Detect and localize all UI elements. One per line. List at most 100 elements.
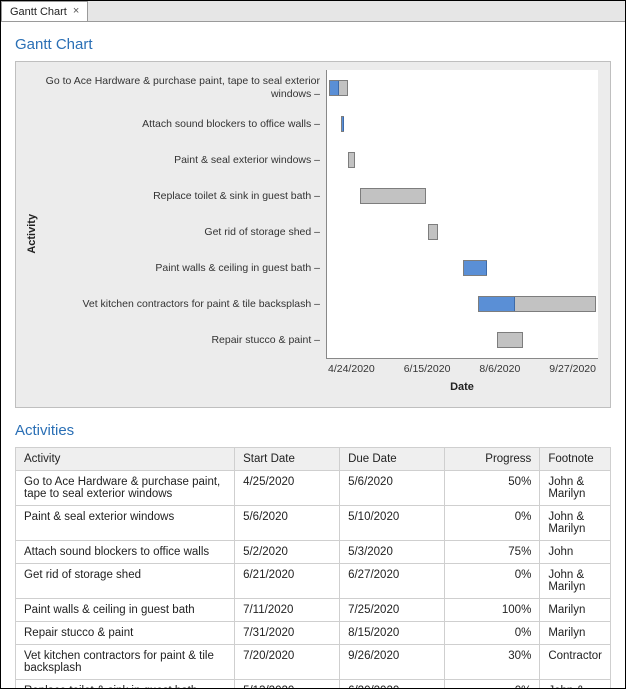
cell-start: 7/31/2020 — [235, 622, 340, 645]
gantt-track — [327, 106, 598, 142]
gantt-bar[interactable] — [329, 80, 348, 96]
cell-activity: Repair stucco & paint — [16, 622, 235, 645]
col-due[interactable]: Due Date — [340, 448, 445, 471]
cell-due: 7/25/2020 — [340, 599, 445, 622]
activities-section-title: Activities — [15, 422, 611, 439]
col-start[interactable]: Start Date — [235, 448, 340, 471]
gantt-task-label: Repair stucco & paint – — [26, 322, 326, 358]
table-row[interactable]: Attach sound blockers to office walls5/2… — [16, 541, 611, 564]
cell-activity: Attach sound blockers to office walls — [16, 541, 235, 564]
cell-due: 6/20/2020 — [340, 680, 445, 689]
table-row[interactable]: Replace toilet & sink in guest bath5/13/… — [16, 680, 611, 689]
table-row[interactable]: Go to Ace Hardware & purchase paint, tap… — [16, 471, 611, 506]
cell-start: 5/6/2020 — [235, 506, 340, 541]
table-row[interactable]: Repair stucco & paint7/31/20208/15/20200… — [16, 622, 611, 645]
cell-due: 5/3/2020 — [340, 541, 445, 564]
cell-start: 5/13/2020 — [235, 680, 340, 689]
gantt-bar[interactable] — [478, 296, 596, 312]
cell-progress: 0% — [445, 680, 540, 689]
gantt-bar-progress — [330, 81, 340, 95]
gantt-plot-area — [326, 70, 598, 359]
cell-due: 5/6/2020 — [340, 471, 445, 506]
table-row[interactable]: Get rid of storage shed6/21/20206/27/202… — [16, 564, 611, 599]
gantt-bar[interactable] — [348, 152, 355, 168]
x-tick: 9/27/2020 — [549, 363, 596, 375]
cell-footnote: John & Marilyn — [540, 680, 611, 689]
x-tick: 4/24/2020 — [328, 363, 375, 375]
cell-progress: 75% — [445, 541, 540, 564]
tab-bar: Gantt Chart × — [1, 1, 625, 22]
cell-due: 6/27/2020 — [340, 564, 445, 599]
col-progress[interactable]: Progress — [445, 448, 540, 471]
cell-progress: 0% — [445, 564, 540, 599]
cell-activity: Replace toilet & sink in guest bath — [16, 680, 235, 689]
x-tick: 6/15/2020 — [404, 363, 451, 375]
x-axis-label: Date — [326, 381, 598, 393]
cell-activity: Vet kitchen contractors for paint & tile… — [16, 645, 235, 680]
gantt-y-labels: Go to Ace Hardware & purchase paint, tap… — [26, 70, 326, 359]
gantt-bar-progress — [464, 261, 487, 275]
y-axis-label: Activity — [26, 213, 38, 253]
gantt-task-label: Go to Ace Hardware & purchase paint, tap… — [26, 70, 326, 106]
table-row[interactable]: Paint & seal exterior windows5/6/20205/1… — [16, 506, 611, 541]
cell-progress: 0% — [445, 506, 540, 541]
gantt-track — [327, 70, 598, 106]
table-row[interactable]: Paint walls & ceiling in guest bath7/11/… — [16, 599, 611, 622]
table-row[interactable]: Vet kitchen contractors for paint & tile… — [16, 645, 611, 680]
gantt-bar-progress — [342, 117, 344, 131]
col-activity[interactable]: Activity — [16, 448, 235, 471]
cell-start: 5/2/2020 — [235, 541, 340, 564]
gantt-track — [327, 214, 598, 250]
gantt-chart: Activity Go to Ace Hardware & purchase p… — [15, 61, 611, 408]
col-footnote[interactable]: Footnote — [540, 448, 611, 471]
tab-gantt-chart[interactable]: Gantt Chart × — [1, 1, 88, 21]
gantt-task-label: Attach sound blockers to office walls – — [26, 106, 326, 142]
gantt-track — [327, 286, 598, 322]
cell-progress: 50% — [445, 471, 540, 506]
gantt-bar[interactable] — [341, 116, 344, 132]
gantt-bar[interactable] — [428, 224, 438, 240]
cell-due: 8/15/2020 — [340, 622, 445, 645]
table-header-row: Activity Start Date Due Date Progress Fo… — [16, 448, 611, 471]
close-icon[interactable]: × — [73, 6, 79, 17]
cell-footnote: John & Marilyn — [540, 506, 611, 541]
gantt-bar[interactable] — [497, 332, 523, 348]
cell-activity: Get rid of storage shed — [16, 564, 235, 599]
gantt-task-label: Paint & seal exterior windows – — [26, 142, 326, 178]
gantt-track — [327, 322, 598, 358]
gantt-task-label: Replace toilet & sink in guest bath – — [26, 178, 326, 214]
cell-activity: Paint walls & ceiling in guest bath — [16, 599, 235, 622]
x-tick: 8/6/2020 — [479, 363, 520, 375]
gantt-bar[interactable] — [360, 188, 426, 204]
gantt-section-title: Gantt Chart — [15, 36, 611, 53]
cell-footnote: Marilyn — [540, 599, 611, 622]
cell-progress: 100% — [445, 599, 540, 622]
gantt-bar-progress — [479, 297, 515, 311]
gantt-task-label: Paint walls & ceiling in guest bath – — [26, 250, 326, 286]
gantt-task-label: Vet kitchen contractors for paint & tile… — [26, 286, 326, 322]
gantt-bar[interactable] — [463, 260, 487, 276]
gantt-track — [327, 178, 598, 214]
gantt-task-label: Get rid of storage shed – — [26, 214, 326, 250]
gantt-x-ticks: 4/24/2020 6/15/2020 8/6/2020 9/27/2020 — [326, 363, 598, 375]
cell-progress: 0% — [445, 622, 540, 645]
content-area: Gantt Chart Activity Go to Ace Hardware … — [1, 22, 625, 688]
cell-start: 7/20/2020 — [235, 645, 340, 680]
cell-start: 7/11/2020 — [235, 599, 340, 622]
cell-footnote: Marilyn — [540, 622, 611, 645]
cell-footnote: John & Marilyn — [540, 564, 611, 599]
cell-footnote: John & Marilyn — [540, 471, 611, 506]
cell-progress: 30% — [445, 645, 540, 680]
cell-due: 9/26/2020 — [340, 645, 445, 680]
gantt-track — [327, 250, 598, 286]
gantt-track — [327, 142, 598, 178]
cell-activity: Paint & seal exterior windows — [16, 506, 235, 541]
app-frame: Gantt Chart × Gantt Chart Activity Go to… — [0, 0, 626, 689]
cell-start: 6/21/2020 — [235, 564, 340, 599]
cell-activity: Go to Ace Hardware & purchase paint, tap… — [16, 471, 235, 506]
tab-label: Gantt Chart — [10, 6, 67, 18]
cell-footnote: Contractor — [540, 645, 611, 680]
cell-due: 5/10/2020 — [340, 506, 445, 541]
cell-start: 4/25/2020 — [235, 471, 340, 506]
cell-footnote: John — [540, 541, 611, 564]
